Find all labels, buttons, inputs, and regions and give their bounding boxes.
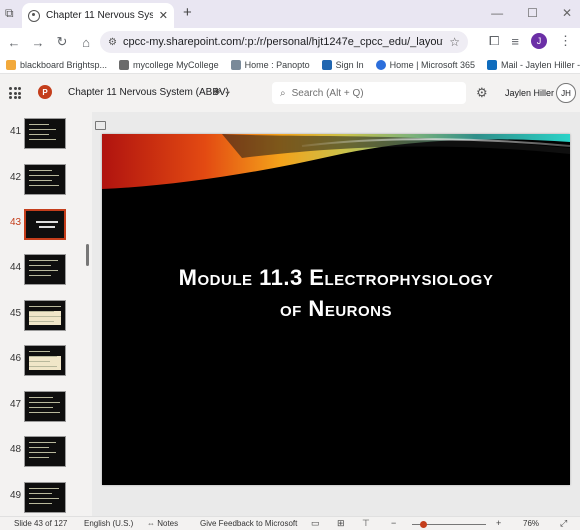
slide-thumbnail-image: [24, 164, 66, 195]
slide-count: Slide 43 of 127: [14, 519, 68, 528]
bookmark-favicon-icon: [119, 59, 130, 70]
slide-thumbnail[interactable]: 44: [0, 254, 92, 290]
close-window-icon[interactable]: ✕: [562, 6, 572, 20]
feedback-link[interactable]: Give Feedback to Microsoft: [200, 519, 297, 528]
current-slide[interactable]: Module 11.3 Electrophysiology of Neurons: [102, 134, 570, 485]
user-name: Jaylen Hiller: [505, 88, 555, 98]
thumbnail-scrollbar[interactable]: [86, 244, 89, 266]
slide-title-line1: Module 11.3 Electrophysiology: [178, 265, 494, 290]
toolbar-right: ⧠ ≡ J ⋮: [489, 33, 572, 49]
slide-thumbnail-image: [24, 436, 66, 467]
zoom-level[interactable]: 76%: [523, 519, 539, 528]
slide-thumbnail-pane: 41 42 43 44 45 46 47 48 49: [0, 112, 92, 516]
bookmark-favicon-icon: [487, 59, 498, 70]
slide-thumbnail-image: [24, 482, 66, 513]
window-controls: — ☐ ✕: [491, 6, 572, 20]
status-bar: Slide 43 of 127 English (U.S.) ⇔ Notes G…: [0, 516, 580, 530]
slide-editor: Module 11.3 Electrophysiology of Neurons: [92, 112, 580, 516]
new-tab-button[interactable]: +: [183, 4, 192, 21]
slide-thumbnail[interactable]: 43: [0, 209, 92, 245]
address-bar[interactable]: ⚙ cpcc-my.sharepoint.com/:p:/r/personal/…: [100, 31, 468, 53]
user-avatar[interactable]: JH: [556, 83, 576, 103]
reading-list-icon[interactable]: ≡: [511, 34, 519, 49]
bookmark-item[interactable]: Home : Panopto: [230, 59, 310, 70]
bookmark-favicon-icon: [321, 59, 332, 70]
browser-tab-active[interactable]: Chapter 11 Nervous System (Al ✕: [22, 3, 174, 28]
office-header: P Chapter 11 Nervous System (ABBV) ◈ ⌄ ⌕…: [0, 74, 580, 112]
slide-thumbnail-number: 44: [10, 262, 22, 273]
slide-thumbnail-image: [24, 209, 66, 240]
reload-icon[interactable]: ↻: [50, 34, 74, 50]
slide-thumbnail[interactable]: 49: [0, 482, 92, 518]
slide-thumbnail-number: 45: [10, 308, 22, 319]
minimize-icon[interactable]: —: [491, 6, 503, 20]
bookmark-favicon-icon: [6, 59, 16, 70]
forward-icon[interactable]: →: [26, 35, 50, 50]
app-launcher-icon[interactable]: [9, 87, 21, 99]
slide-thumbnail-number: 47: [10, 399, 22, 410]
fit-slide-icon[interactable]: ⤢: [560, 518, 567, 529]
normal-view-icon[interactable]: ▭: [311, 518, 320, 529]
tab-close-icon[interactable]: ✕: [159, 9, 168, 22]
tab-title: Chapter 11 Nervous System (Al: [46, 10, 153, 21]
slide-thumbnail-image: [24, 345, 66, 376]
bookmark-favicon-icon: [375, 59, 386, 70]
slide-thumbnail-image: [24, 300, 66, 331]
slide-thumbnail[interactable]: 42: [0, 164, 92, 200]
tab-favicon-icon: [28, 9, 40, 22]
url-text: cpcc-my.sharepoint.com/:p:/r/personal/hj…: [122, 36, 443, 48]
sensitivity-label-icon[interactable]: ◈ ⌄: [213, 86, 232, 97]
bookmark-item[interactable]: Home | Microsoft 365: [375, 59, 475, 70]
slide-thumbnail-image: [24, 391, 66, 422]
site-info-icon[interactable]: ⚙: [108, 37, 117, 48]
powerpoint-logo-icon: P: [38, 85, 52, 99]
tab-search-icon[interactable]: ⧉: [5, 6, 14, 21]
bookmark-star-icon[interactable]: ☆: [449, 35, 460, 49]
notes-button[interactable]: ⇔ Notes: [147, 519, 178, 528]
bookmark-item[interactable]: Sign In: [321, 59, 364, 70]
slide-header-swoosh: [102, 134, 570, 189]
settings-gear-icon[interactable]: ⚙: [476, 85, 488, 101]
slide-thumbnail-number: 48: [10, 444, 22, 455]
slide-thumbnail[interactable]: 41: [0, 118, 92, 154]
reading-view-icon[interactable]: ⊤: [362, 518, 370, 529]
zoom-slider-knob[interactable]: [420, 521, 427, 528]
maximize-icon[interactable]: ☐: [527, 6, 538, 20]
zoom-in-icon[interactable]: +: [496, 518, 501, 528]
slide-thumbnail[interactable]: 46: [0, 345, 92, 381]
slide-thumbnail-number: 43: [10, 217, 22, 228]
bookmark-item[interactable]: mycollege MyCollege: [119, 59, 219, 70]
slide-thumbnail-image: [24, 118, 66, 149]
slide-thumbnail-number: 46: [10, 353, 22, 364]
slide-thumbnail-number: 41: [10, 126, 22, 137]
slide-title[interactable]: Module 11.3 Electrophysiology of Neurons: [102, 262, 570, 324]
back-icon[interactable]: ←: [2, 35, 26, 50]
document-title[interactable]: Chapter 11 Nervous System (ABBV): [68, 87, 229, 98]
slide-thumbnail-number: 42: [10, 172, 22, 183]
browser-toolbar: ← → ↻ ⌂ ⚙ cpcc-my.sharepoint.com/:p:/r/p…: [0, 28, 580, 56]
slide-thumbnail-image: [24, 254, 66, 285]
slide-sorter-icon[interactable]: ⊞: [337, 518, 345, 529]
zoom-out-icon[interactable]: −: [391, 518, 396, 528]
extensions-icon[interactable]: ⧠: [489, 33, 499, 49]
bookmarks-bar: blackboard Brightsp... mycollege MyColle…: [0, 56, 580, 74]
bookmark-item[interactable]: blackboard Brightsp...: [6, 59, 107, 70]
language-status[interactable]: English (U.S.): [84, 519, 133, 528]
slide-thumbnail[interactable]: 48: [0, 436, 92, 472]
profile-avatar[interactable]: J: [531, 33, 547, 49]
search-placeholder: Search (Alt + Q): [291, 87, 364, 99]
slide-title-line2: of Neurons: [279, 296, 392, 321]
slide-layout-icon[interactable]: [95, 121, 106, 130]
bookmark-favicon-icon: [230, 59, 241, 70]
office-search-box[interactable]: ⌕ Search (Alt + Q): [272, 82, 466, 104]
browser-tab-strip: ⧉ Chapter 11 Nervous System (Al ✕ + — ☐ …: [0, 0, 580, 28]
browser-menu-icon[interactable]: ⋮: [559, 33, 572, 49]
search-icon: ⌕: [280, 87, 286, 99]
home-icon[interactable]: ⌂: [74, 35, 98, 50]
bookmark-item[interactable]: Mail - Jaylen Hiller -...: [487, 59, 580, 70]
slide-thumbnail-number: 49: [10, 490, 22, 501]
notes-icon: ⇔: [147, 519, 158, 528]
slide-thumbnail[interactable]: 45: [0, 300, 92, 336]
slide-thumbnail[interactable]: 47: [0, 391, 92, 427]
